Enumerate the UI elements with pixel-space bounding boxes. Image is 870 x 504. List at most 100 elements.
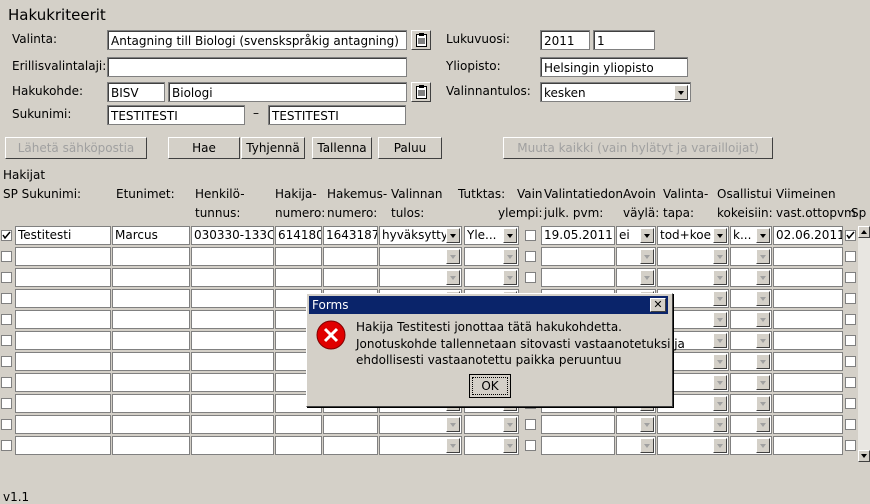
cell-henkilotunnus[interactable] [191, 289, 274, 308]
sp-checkbox[interactable] [845, 398, 856, 409]
cell-henkilotunnus[interactable] [191, 247, 274, 266]
hae-button[interactable]: Hae [168, 137, 240, 159]
cell-osallistui[interactable] [730, 373, 772, 392]
cell-etunimet[interactable] [112, 247, 190, 266]
erillisvalintalaji-field[interactable] [107, 57, 407, 77]
ok-button[interactable]: OK [469, 374, 511, 398]
cell-etunimet[interactable] [112, 352, 190, 371]
sp-checkbox[interactable] [845, 335, 856, 346]
chevron-down-icon[interactable] [446, 438, 460, 453]
email-button[interactable]: Lähetä sähköpostia [5, 137, 147, 159]
chevron-down-icon[interactable] [503, 249, 517, 264]
chevron-down-icon[interactable] [446, 270, 460, 285]
cell-valintatiedon-pvm[interactable] [541, 247, 615, 266]
vain-ylempi-checkbox[interactable] [525, 440, 536, 451]
tallenna-button[interactable]: Tallenna [312, 137, 372, 159]
row-select-checkbox[interactable] [1, 440, 12, 451]
cell-sukunimi[interactable] [15, 394, 111, 413]
row-select-checkbox[interactable] [1, 272, 12, 283]
cell-sukunimi[interactable] [15, 373, 111, 392]
chevron-down-icon[interactable] [756, 396, 770, 411]
lukuvuosi-year-field[interactable]: 2011 [540, 30, 590, 50]
cell-valinnan-tulos[interactable] [379, 247, 462, 266]
cell-osallistui[interactable] [730, 394, 772, 413]
cell-valinnan-tulos[interactable] [379, 436, 462, 455]
cell-valintatiedon-pvm[interactable]: 19.05.2011 [541, 226, 615, 245]
row-select-checkbox[interactable] [1, 377, 12, 388]
cell-valintatapa[interactable] [657, 247, 729, 266]
cell-valintatapa[interactable] [657, 268, 729, 287]
chevron-down-icon[interactable] [446, 228, 460, 243]
cell-valintatiedon-pvm[interactable] [541, 268, 615, 287]
cell-viimeinen-pvm[interactable] [773, 310, 843, 329]
cell-hakemusnumero[interactable] [323, 268, 378, 287]
cell-etunimet[interactable] [112, 310, 190, 329]
cell-etunimet[interactable] [112, 394, 190, 413]
cell-osallistui[interactable] [730, 247, 772, 266]
sp-checkbox[interactable] [845, 230, 856, 241]
row-select-checkbox[interactable] [1, 293, 12, 304]
cell-sukunimi[interactable] [15, 415, 111, 434]
cell-hakijanumero[interactable]: 614180 [275, 226, 322, 245]
row-select-checkbox[interactable] [1, 419, 12, 430]
chevron-down-icon[interactable] [713, 270, 727, 285]
cell-osallistui[interactable] [730, 268, 772, 287]
cell-viimeinen-pvm[interactable] [773, 268, 843, 287]
sp-checkbox[interactable] [845, 251, 856, 262]
vain-ylempi-checkbox[interactable] [525, 230, 536, 241]
cell-viimeinen-pvm[interactable] [773, 415, 843, 434]
chevron-down-icon[interactable] [756, 417, 770, 432]
cell-etunimet[interactable]: Marcus [112, 226, 190, 245]
cell-tutktas[interactable] [464, 247, 519, 266]
sukunimi-from-field[interactable]: TESTITESTI [107, 105, 245, 125]
cell-etunimet[interactable] [112, 289, 190, 308]
chevron-down-icon[interactable] [446, 249, 460, 264]
cell-viimeinen-pvm[interactable] [773, 247, 843, 266]
chevron-down-icon[interactable] [756, 354, 770, 369]
cell-sukunimi[interactable] [15, 289, 111, 308]
chevron-down-icon[interactable] [640, 270, 654, 285]
chevron-down-icon[interactable] [503, 270, 517, 285]
row-select-checkbox[interactable] [1, 230, 12, 241]
cell-viimeinen-pvm[interactable]: 02.06.2011 [773, 226, 843, 245]
cell-viimeinen-pvm[interactable] [773, 436, 843, 455]
scroll-up-arrow-icon[interactable] [858, 226, 870, 238]
cell-osallistui[interactable] [730, 331, 772, 350]
cell-tutktas[interactable] [464, 436, 519, 455]
row-select-checkbox[interactable] [1, 356, 12, 367]
cell-tutktas[interactable]: Yle... [464, 226, 519, 245]
cell-etunimet[interactable] [112, 268, 190, 287]
tyhjenna-button[interactable]: Tyhjennä [241, 137, 305, 159]
cell-valintatapa[interactable]: tod+koe [657, 226, 729, 245]
chevron-down-icon[interactable] [713, 333, 727, 348]
cell-osallistui[interactable] [730, 415, 772, 434]
cell-hakijanumero[interactable] [275, 415, 322, 434]
vain-ylempi-checkbox[interactable] [525, 251, 536, 262]
hakukohde-code-field[interactable]: BISV [107, 82, 165, 102]
yliopisto-field[interactable]: Helsingin yliopisto [540, 57, 688, 77]
valinnantulos-select[interactable]: kesken [540, 82, 691, 102]
cell-osallistui[interactable] [730, 352, 772, 371]
chevron-down-icon[interactable] [713, 438, 727, 453]
paluu-button[interactable]: Paluu [378, 137, 442, 159]
chevron-down-icon[interactable] [446, 417, 460, 432]
chevron-down-icon[interactable] [713, 375, 727, 390]
chevron-down-icon[interactable] [756, 249, 770, 264]
cell-etunimet[interactable] [112, 436, 190, 455]
scroll-down-arrow-icon[interactable] [858, 450, 870, 462]
chevron-down-icon[interactable] [713, 249, 727, 264]
valinta-field[interactable]: Antagning till Biologi (svenskspråkig an… [107, 30, 407, 50]
cell-valinnan-tulos[interactable] [379, 415, 462, 434]
cell-etunimet[interactable] [112, 331, 190, 350]
grid-scrollbar[interactable] [858, 226, 870, 462]
chevron-down-icon[interactable] [756, 228, 770, 243]
cell-valintatiedon-pvm[interactable] [541, 415, 615, 434]
cell-viimeinen-pvm[interactable] [773, 289, 843, 308]
cell-valinnan-tulos[interactable] [379, 268, 462, 287]
chevron-down-icon[interactable] [713, 417, 727, 432]
cell-sukunimi[interactable]: Testitesti [15, 226, 111, 245]
chevron-down-icon[interactable] [674, 85, 688, 100]
cell-henkilotunnus[interactable] [191, 310, 274, 329]
cell-valintatapa[interactable] [657, 436, 729, 455]
cell-henkilotunnus[interactable] [191, 331, 274, 350]
